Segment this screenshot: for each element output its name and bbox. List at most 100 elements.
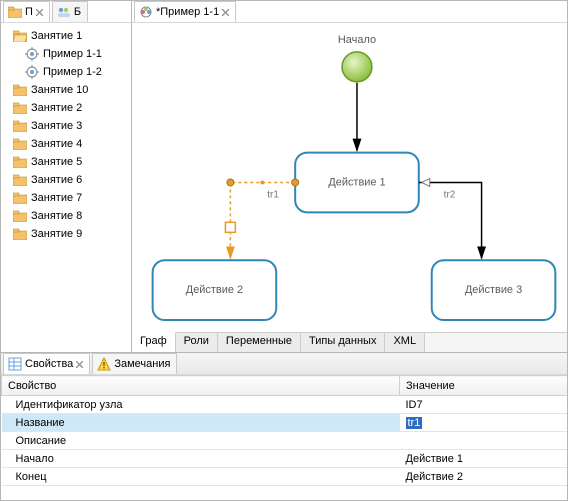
header-property[interactable]: Свойство	[2, 376, 400, 396]
project-explorer-panel: П Б Занятие 1 Пример 1-1	[0, 0, 132, 353]
navigator-icon	[8, 6, 22, 18]
property-row[interactable]: Идентификатор узла ID7	[2, 396, 568, 414]
prop-val[interactable]: tr1	[400, 414, 568, 432]
editor-file-tab[interactable]: *Пример 1-1	[134, 1, 236, 22]
diagram-editor: *Пример 1-1 Начало	[132, 0, 568, 353]
action3-text: Действие 3	[465, 284, 522, 296]
tree-process[interactable]: Пример 1-1	[7, 45, 131, 63]
tree-folder[interactable]: Занятие 3	[7, 117, 131, 135]
start-node[interactable]	[342, 52, 372, 82]
tree-item-label: Занятие 5	[31, 156, 82, 168]
properties-panel: Свойства Замечания Свойство Значение	[0, 353, 568, 501]
prop-key: Описание	[2, 432, 400, 450]
tab-roles[interactable]: Роли	[176, 333, 218, 352]
process-icon	[139, 5, 153, 19]
close-icon[interactable]	[36, 9, 43, 16]
process-icon	[25, 47, 39, 61]
tree-folder[interactable]: Занятие 6	[7, 171, 131, 189]
tree-folder[interactable]: Занятие 5	[7, 153, 131, 171]
tree-item-label: Занятие 9	[31, 228, 82, 240]
property-row[interactable]: Начало Действие 1	[2, 450, 568, 468]
tab-graph[interactable]: Граф	[132, 332, 176, 352]
action1-text: Действие 1	[328, 176, 385, 188]
header-value[interactable]: Значение	[400, 376, 568, 396]
tree-folder[interactable]: Занятие 1	[7, 27, 131, 45]
tab-types[interactable]: Типы данных	[301, 333, 385, 352]
folder-icon	[13, 210, 27, 222]
tree-folder[interactable]: Занятие 7	[7, 189, 131, 207]
tree-item-label: Занятие 4	[31, 138, 82, 150]
folder-icon	[13, 138, 27, 150]
tab-vars[interactable]: Переменные	[218, 333, 301, 352]
left-tabbar: П Б	[1, 1, 131, 23]
project-tab[interactable]: П	[3, 1, 50, 22]
tab-label: Типы данных	[309, 335, 376, 347]
folder-icon	[13, 120, 27, 132]
tab-label: Граф	[140, 335, 167, 347]
tree-folder[interactable]: Занятие 4	[7, 135, 131, 153]
prop-key: Идентификатор узла	[2, 396, 400, 414]
team-tab[interactable]: Б	[52, 1, 88, 22]
folder-icon	[13, 228, 27, 240]
property-row[interactable]: Описание	[2, 432, 568, 450]
edge-dot	[260, 180, 264, 184]
tree-folder[interactable]: Занятие 9	[7, 225, 131, 243]
tree-item-label: Занятие 8	[31, 210, 82, 222]
edge-tr1[interactable]	[230, 182, 295, 258]
close-icon[interactable]	[76, 361, 83, 368]
tab-label: Переменные	[226, 335, 292, 347]
team-tab-label: Б	[74, 6, 81, 18]
tree-folder[interactable]: Занятие 8	[7, 207, 131, 225]
tree-item-label: Занятие 1	[31, 30, 82, 42]
tree-item-label: Пример 1-1	[43, 48, 102, 60]
property-row[interactable]: Конец Действие 2	[2, 468, 568, 486]
folder-icon	[13, 156, 27, 168]
tree-item-label: Занятие 3	[31, 120, 82, 132]
prop-val[interactable]: Действие 2	[400, 468, 568, 486]
tree-item-label: Занятие 7	[31, 192, 82, 204]
prop-key: Конец	[2, 468, 400, 486]
bottom-tabbar: Свойства Замечания	[1, 353, 567, 375]
tab-remarks[interactable]: Замечания	[92, 353, 177, 374]
prop-val[interactable]	[400, 432, 568, 450]
warning-icon	[97, 357, 111, 371]
people-icon	[57, 6, 71, 18]
folder-icon	[13, 102, 27, 114]
tree-folder[interactable]: Занятие 2	[7, 99, 131, 117]
tab-properties[interactable]: Свойства	[3, 353, 90, 374]
prop-val[interactable]: Действие 1	[400, 450, 568, 468]
tab-remarks-label: Замечания	[114, 358, 170, 370]
tree-process[interactable]: Пример 1-2	[7, 63, 131, 81]
tree-folder[interactable]: Занятие 10	[7, 81, 131, 99]
tree-item-label: Занятие 6	[31, 174, 82, 186]
folder-icon	[13, 192, 27, 204]
edge-tr2-label: tr2	[444, 189, 456, 200]
diagram-canvas[interactable]: Начало Действие 1 tr1	[132, 23, 567, 332]
prop-val[interactable]: ID7	[400, 396, 568, 414]
folder-icon	[13, 174, 27, 186]
start-label: Начало	[338, 34, 376, 46]
tab-label: XML	[393, 335, 416, 347]
close-icon[interactable]	[222, 9, 229, 16]
edge-tr1-label: tr1	[267, 189, 279, 200]
editor-tab-title: *Пример 1-1	[156, 6, 219, 18]
editor-sub-tabs: Граф Роли Переменные Типы данных XML	[132, 332, 567, 352]
prop-key: Название	[2, 414, 400, 432]
tree-item-label: Занятие 2	[31, 102, 82, 114]
folder-open-icon	[13, 30, 27, 42]
selected-value: tr1	[406, 417, 423, 429]
process-icon	[25, 65, 39, 79]
properties-table[interactable]: Свойство Значение Идентификатор узла ID7…	[1, 375, 567, 500]
edge-handle[interactable]	[227, 179, 234, 186]
editor-tabbar: *Пример 1-1	[132, 1, 567, 23]
edge-decorator	[422, 178, 430, 186]
tab-xml[interactable]: XML	[385, 333, 425, 352]
tab-label: Роли	[184, 335, 209, 347]
edge-midpoint-handle[interactable]	[225, 222, 235, 232]
project-tree[interactable]: Занятие 1 Пример 1-1 Пример 1-2 Занятие …	[1, 23, 131, 352]
properties-icon	[8, 357, 22, 371]
property-row[interactable]: Название tr1	[2, 414, 568, 432]
diagram-svg: Начало Действие 1 tr1	[132, 23, 567, 332]
edge-handle[interactable]	[292, 179, 299, 186]
tree-item-label: Занятие 10	[31, 84, 88, 96]
